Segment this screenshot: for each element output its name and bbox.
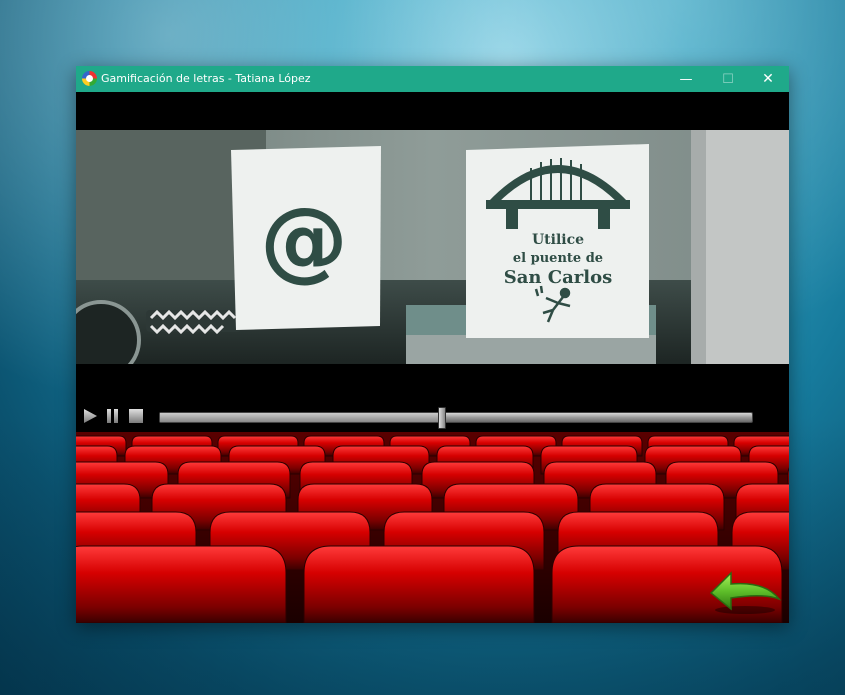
minimize-button[interactable]: —	[666, 66, 706, 92]
seek-bar[interactable]	[159, 407, 753, 429]
video-player[interactable]: @ Utilice el puente de San Carlos	[76, 92, 789, 364]
back-arrow-icon[interactable]	[707, 565, 782, 615]
theater-seats	[76, 432, 789, 623]
maximize-button[interactable]: ☐	[708, 66, 748, 92]
stop-icon[interactable]	[128, 408, 144, 424]
window-title: Gamificación de letras - Tatiana López	[101, 72, 311, 85]
seek-thumb[interactable]	[438, 407, 447, 429]
close-button[interactable]: ✕	[748, 66, 788, 92]
sign-at-symbol: @	[260, 188, 348, 291]
seek-progress	[160, 413, 442, 422]
title-bar[interactable]: Gamificación de letras - Tatiana López —…	[76, 66, 789, 92]
sign-line-2: el puente de	[513, 251, 603, 266]
player-controls	[76, 402, 789, 432]
crocodile-teeth-prop	[146, 309, 241, 335]
sign-line-1: Utilice	[532, 232, 584, 248]
pause-icon[interactable]	[105, 408, 121, 424]
play-icon[interactable]	[82, 408, 98, 424]
app-window: Gamificación de letras - Tatiana López —…	[76, 66, 789, 623]
seat	[303, 545, 535, 623]
video-frame: @ Utilice el puente de San Carlos	[76, 130, 789, 364]
seat	[76, 545, 287, 623]
app-icon	[82, 71, 97, 86]
sign-line-3: San Carlos	[504, 267, 612, 288]
